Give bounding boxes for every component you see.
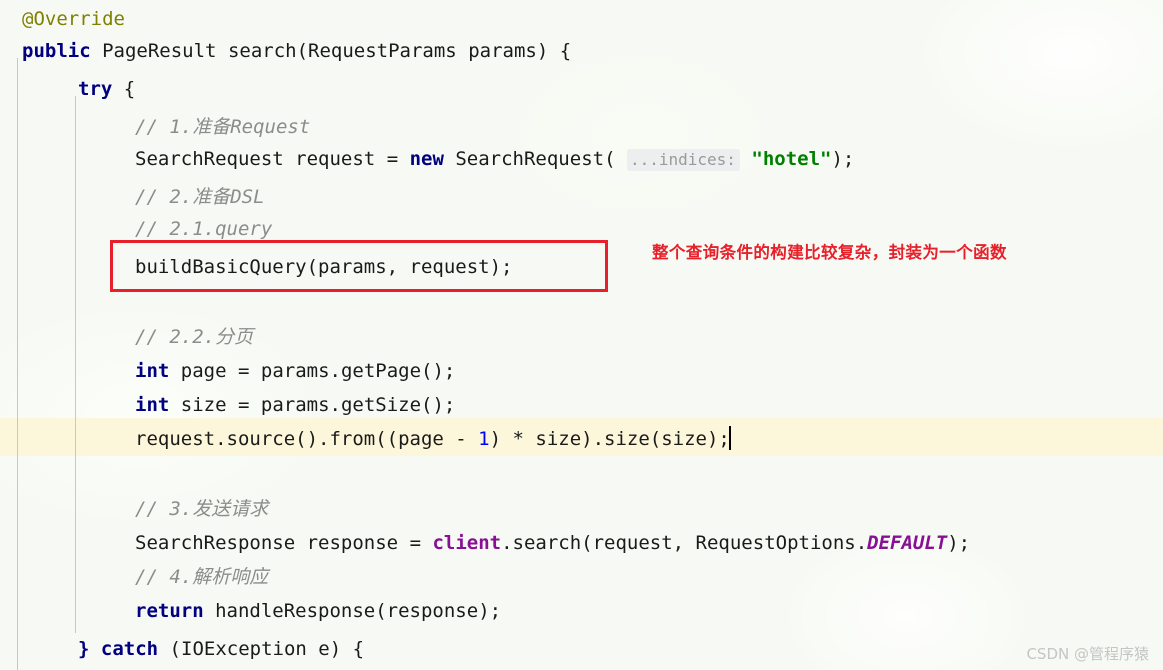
code-line-16[interactable]: SearchResponse response = client.search(… [0, 524, 1163, 562]
token-comment-22: // 2.2.分页 [135, 326, 254, 348]
token-ctor-searchrequest: SearchRequest [455, 148, 605, 170]
code-line-5[interactable]: SearchRequest request = new SearchReques… [0, 140, 1163, 178]
token-space-6 [740, 148, 751, 170]
token-comment-1: // 1.准备Request [135, 116, 311, 138]
token-var-params: params [468, 40, 537, 62]
token-field-client: client [432, 532, 502, 554]
token-paren-open-2: ( [604, 148, 627, 170]
token-assign-4: = [398, 532, 433, 554]
token-space-8 [169, 394, 180, 416]
token-type-searchrequest: SearchRequest [135, 148, 284, 170]
token-keyword-return: return [135, 600, 204, 622]
code-line-3[interactable]: try { [0, 70, 1163, 108]
token-var-request: request [295, 148, 376, 170]
token-type-searchresponse: SearchResponse [135, 532, 296, 554]
token-keyword-int-2: int [135, 394, 170, 416]
token-call-buildbasicquery: buildBasicQuery(params, request); [135, 256, 513, 278]
token-paren-close-brace-2: ) { [329, 638, 365, 660]
token-var-size: size [180, 394, 227, 416]
code-line-12[interactable]: int size = params.getSize(); [0, 386, 1163, 424]
token-paren-close-semi: ); [831, 148, 855, 170]
code-line-15[interactable]: // 3.发送请求 [0, 490, 1163, 528]
token-call-search-args: .search(request, RequestOptions. [501, 532, 868, 554]
token-comment-3: // 3.发送请求 [135, 498, 269, 520]
param-hint-indices: ...indices: [626, 149, 740, 171]
token-annotation-override: @Override [22, 8, 125, 30]
token-space-3 [457, 40, 468, 62]
token-space-9 [295, 532, 306, 554]
token-line13-a: request.source().from((page - [135, 428, 479, 450]
text-caret [728, 426, 731, 450]
code-line-17[interactable]: // 4.解析响应 [0, 558, 1163, 596]
code-lines: @Override public PageResult search(Reque… [0, 0, 1163, 670]
token-space-11 [89, 638, 100, 660]
code-line-10[interactable]: // 2.2.分页 [0, 318, 1163, 356]
token-type-pageresult: PageResult [102, 40, 217, 62]
token-space-10 [204, 600, 215, 622]
token-brace-open: { [112, 78, 136, 100]
token-space-4 [284, 148, 295, 170]
token-paren-open: ( [296, 40, 309, 62]
token-paren-close-semi-2: ); [947, 532, 971, 554]
token-assign-3: = [226, 394, 261, 416]
token-type-ioexception: IOException [181, 638, 307, 660]
code-line-19[interactable]: } catch (IOException e) { [0, 630, 1163, 668]
token-string-hotel: "hotel" [751, 148, 832, 170]
token-keyword-new: new [409, 148, 444, 170]
code-editor-screenshot: 整个查询条件的构建比较复杂，封装为一个函数 @Override public P… [0, 0, 1163, 670]
red-annotation-note: 整个查询条件的构建比较复杂，封装为一个函数 [652, 243, 1007, 262]
token-space-2 [216, 40, 227, 62]
token-var-response: response [306, 532, 399, 554]
token-brace-close: } [78, 638, 90, 660]
token-var-e: e [318, 638, 330, 660]
code-line-18[interactable]: return handleResponse(response); [0, 592, 1163, 630]
token-space-12 [307, 638, 318, 660]
token-type-requestparams: RequestParams [308, 40, 457, 62]
token-number-one: 1 [478, 428, 490, 450]
token-keyword-int-1: int [135, 360, 170, 382]
token-comment-4: // 4.解析响应 [135, 566, 269, 588]
token-call-getpage: params.getPage(); [260, 360, 456, 382]
code-line-2[interactable]: public PageResult search(RequestParams p… [0, 32, 1163, 70]
token-paren-open-3: ( [158, 638, 181, 660]
token-comment-2: // 2.准备DSL [135, 186, 265, 208]
token-assign: = [375, 148, 410, 170]
code-line-13[interactable]: request.source().from((page - 1) * size)… [0, 420, 1163, 458]
token-space-5 [444, 148, 455, 170]
csdn-watermark: CSDN @管程序猿 [1026, 645, 1149, 663]
token-keyword-try: try [78, 78, 113, 100]
token-assign-2: = [226, 360, 261, 382]
token-method-search: search [227, 40, 297, 62]
token-keyword-public: public [22, 40, 91, 62]
token-space-7 [169, 360, 180, 382]
token-line13-b: ) * size).size(size); [489, 428, 730, 450]
token-call-handleresponse: handleResponse(response); [215, 600, 502, 622]
token-keyword-catch: catch [100, 638, 159, 660]
token-call-getsize: params.getSize(); [260, 394, 456, 416]
token-var-page: page [180, 360, 227, 382]
token-paren-close-brace: ) { [536, 40, 572, 62]
code-line-11[interactable]: int page = params.getPage(); [0, 352, 1163, 390]
token-comment-21: // 2.1.query [135, 218, 273, 240]
token-static-default: DEFAULT [867, 532, 948, 554]
